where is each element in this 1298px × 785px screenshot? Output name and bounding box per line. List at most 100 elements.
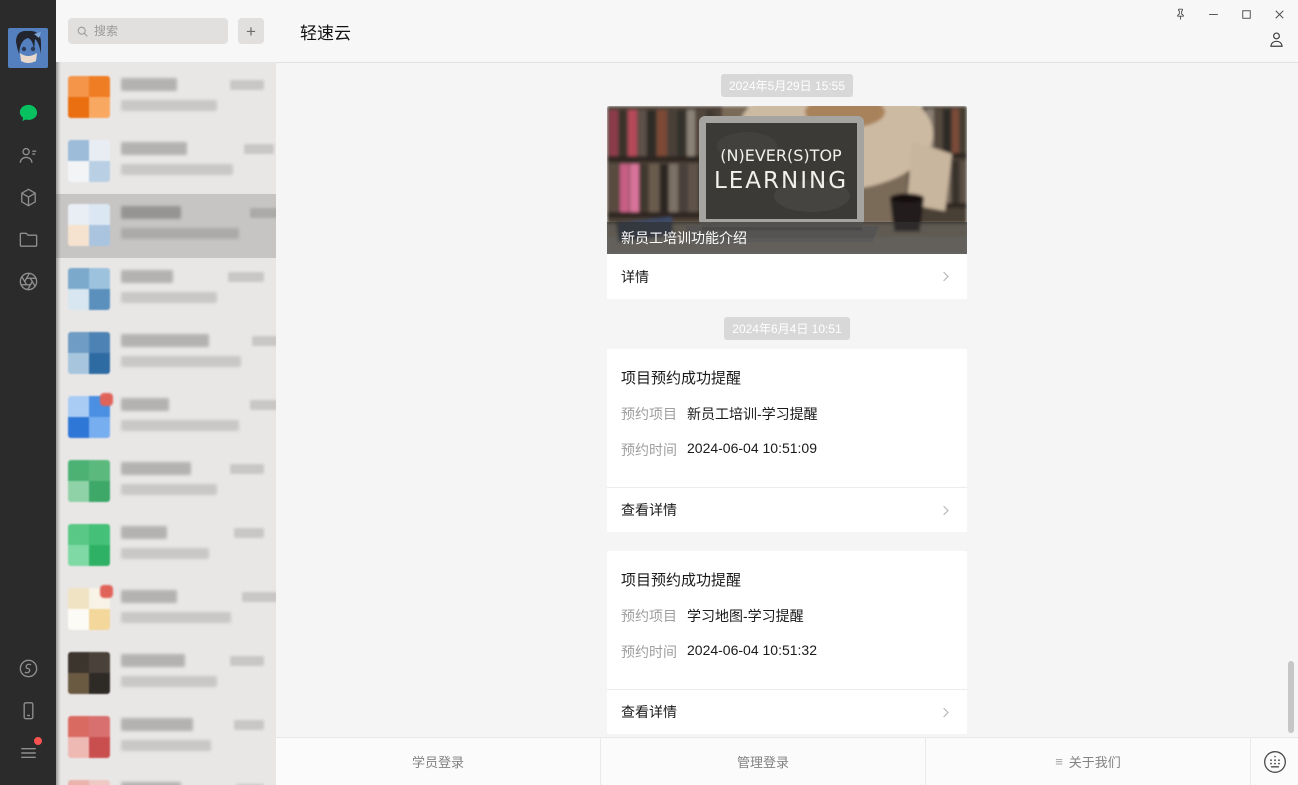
chat-time-redacted xyxy=(250,400,276,410)
nav-footer xyxy=(0,647,56,773)
window-controls xyxy=(1171,5,1288,23)
chat-preview-redacted xyxy=(121,164,233,175)
chat-avatar xyxy=(68,780,110,785)
chat-avatar xyxy=(68,140,110,182)
chat-avatar xyxy=(68,460,110,502)
vertical-scrollbar-thumb[interactable] xyxy=(1288,661,1294,733)
chat-meta xyxy=(121,268,217,303)
chat-name-redacted xyxy=(121,334,209,347)
contacts-icon[interactable] xyxy=(0,134,56,176)
pin-icon[interactable] xyxy=(1171,5,1189,23)
menu-label: 管理登录 xyxy=(737,752,789,771)
contact-profile-icon[interactable] xyxy=(1267,30,1287,50)
chat-name-redacted xyxy=(121,78,177,91)
field-value: 2024-06-04 10:51:32 xyxy=(687,642,817,662)
collections-icon[interactable] xyxy=(0,176,56,218)
article-detail-link[interactable]: 详情 xyxy=(607,254,967,299)
field-value: 学习地图-学习提醒 xyxy=(687,606,804,626)
search-row: + xyxy=(56,0,276,62)
chat-list-item[interactable] xyxy=(56,66,276,130)
message-area: 2024年5月29日 15:55 xyxy=(276,63,1298,737)
close-icon[interactable] xyxy=(1270,5,1288,23)
chat-list-item[interactable] xyxy=(56,578,276,642)
notice-body: 项目预约成功提醒 预约项目 学习地图-学习提醒 预约时间 2024-06-04 … xyxy=(607,551,967,689)
notice-field: 预约项目 新员工培训-学习提醒 xyxy=(621,404,953,424)
unread-badge xyxy=(100,393,113,406)
chat-avatar xyxy=(68,204,110,246)
chat-meta xyxy=(121,652,219,687)
notice-field: 预约项目 学习地图-学习提醒 xyxy=(621,606,953,626)
notice-title: 项目预约成功提醒 xyxy=(621,569,953,590)
user-avatar[interactable] xyxy=(8,28,48,68)
official-account-menu: 学员登录 管理登录 ≡ 关于我们 xyxy=(276,737,1298,785)
chat-list-item[interactable] xyxy=(56,322,276,386)
chat-time-redacted xyxy=(228,272,264,282)
chat-preview-redacted xyxy=(121,548,209,559)
chat-meta xyxy=(121,76,219,111)
chat-time-redacted xyxy=(242,592,276,602)
moments-icon[interactable] xyxy=(0,260,56,302)
chat-preview-redacted xyxy=(121,676,217,687)
chat-list-item[interactable] xyxy=(56,706,276,770)
chat-preview-redacted xyxy=(121,420,239,431)
more-menu-icon[interactable] xyxy=(0,731,56,773)
add-chat-button[interactable]: + xyxy=(238,18,264,44)
chat-list-item[interactable] xyxy=(56,514,276,578)
chat-name-redacted xyxy=(121,654,185,667)
search-icon xyxy=(76,25,89,38)
article-caption: 新员工培训功能介绍 xyxy=(607,222,967,254)
maximize-icon[interactable] xyxy=(1237,5,1255,23)
chat-avatar xyxy=(68,396,110,438)
notification-dot xyxy=(34,737,42,745)
chat-list-item[interactable] xyxy=(56,770,276,785)
chat-list-item[interactable] xyxy=(56,194,276,258)
field-label: 预约项目 xyxy=(621,606,677,626)
field-label: 预约时间 xyxy=(621,642,677,662)
chat-time-redacted xyxy=(230,80,264,90)
mini-programs-icon[interactable] xyxy=(0,647,56,689)
menu-item-about-us[interactable]: ≡ 关于我们 xyxy=(926,738,1251,785)
chat-avatar xyxy=(68,716,110,758)
chat-list-item[interactable] xyxy=(56,258,276,322)
article-footer-label: 详情 xyxy=(621,267,649,287)
chat-name-redacted xyxy=(121,526,167,539)
chat-preview-redacted xyxy=(121,228,239,239)
menu-item-student-login[interactable]: 学员登录 xyxy=(276,738,601,785)
conversation-title: 轻速云 xyxy=(300,19,351,44)
chat-preview-redacted xyxy=(121,100,217,111)
chat-meta xyxy=(121,204,239,239)
minimize-icon[interactable] xyxy=(1204,5,1222,23)
chat-avatar xyxy=(68,524,110,566)
wechat-window: + 轻速云 2024年5月29日 15:55 xyxy=(0,0,1298,785)
chat-list-item[interactable] xyxy=(56,450,276,514)
chat-list-item[interactable] xyxy=(56,642,276,706)
notice-detail-link[interactable]: 查看详情 xyxy=(607,487,967,532)
conversation-panel: 轻速云 2024年5月29日 15:55 xyxy=(276,0,1298,785)
field-value: 2024-06-04 10:51:09 xyxy=(687,440,817,460)
chat-time-redacted xyxy=(230,464,264,474)
chat-time-redacted xyxy=(250,208,276,218)
search-box[interactable] xyxy=(68,18,228,44)
files-icon[interactable] xyxy=(0,218,56,260)
keyboard-toggle-icon[interactable] xyxy=(1251,738,1298,785)
notice-detail-link[interactable]: 查看详情 xyxy=(607,689,967,734)
chat-name-redacted xyxy=(121,718,193,731)
chat-list-item[interactable] xyxy=(56,130,276,194)
chat-meta xyxy=(121,524,223,559)
chat-name-redacted xyxy=(121,398,169,411)
chat-time-redacted xyxy=(234,720,264,730)
chat-list-item[interactable] xyxy=(56,386,276,450)
chat-list-items xyxy=(56,62,276,785)
menu-item-admin-login[interactable]: 管理登录 xyxy=(601,738,926,785)
chats-icon[interactable] xyxy=(0,92,56,134)
notice-field: 预约时间 2024-06-04 10:51:32 xyxy=(621,642,953,662)
article-image[interactable]: (N)EVER(S)TOP LEARNING 新员工培训功能介绍 xyxy=(607,106,967,254)
conversation-header: 轻速云 xyxy=(276,0,1298,63)
search-input[interactable] xyxy=(94,24,220,38)
chat-preview-redacted xyxy=(121,292,217,303)
phone-icon[interactable] xyxy=(0,689,56,731)
field-value: 新员工培训-学习提醒 xyxy=(687,404,818,424)
notice-title: 项目预约成功提醒 xyxy=(621,367,953,388)
notice-message-card: 项目预约成功提醒 预约项目 学习地图-学习提醒 预约时间 2024-06-04 … xyxy=(607,551,967,734)
chat-time-redacted xyxy=(252,336,276,346)
